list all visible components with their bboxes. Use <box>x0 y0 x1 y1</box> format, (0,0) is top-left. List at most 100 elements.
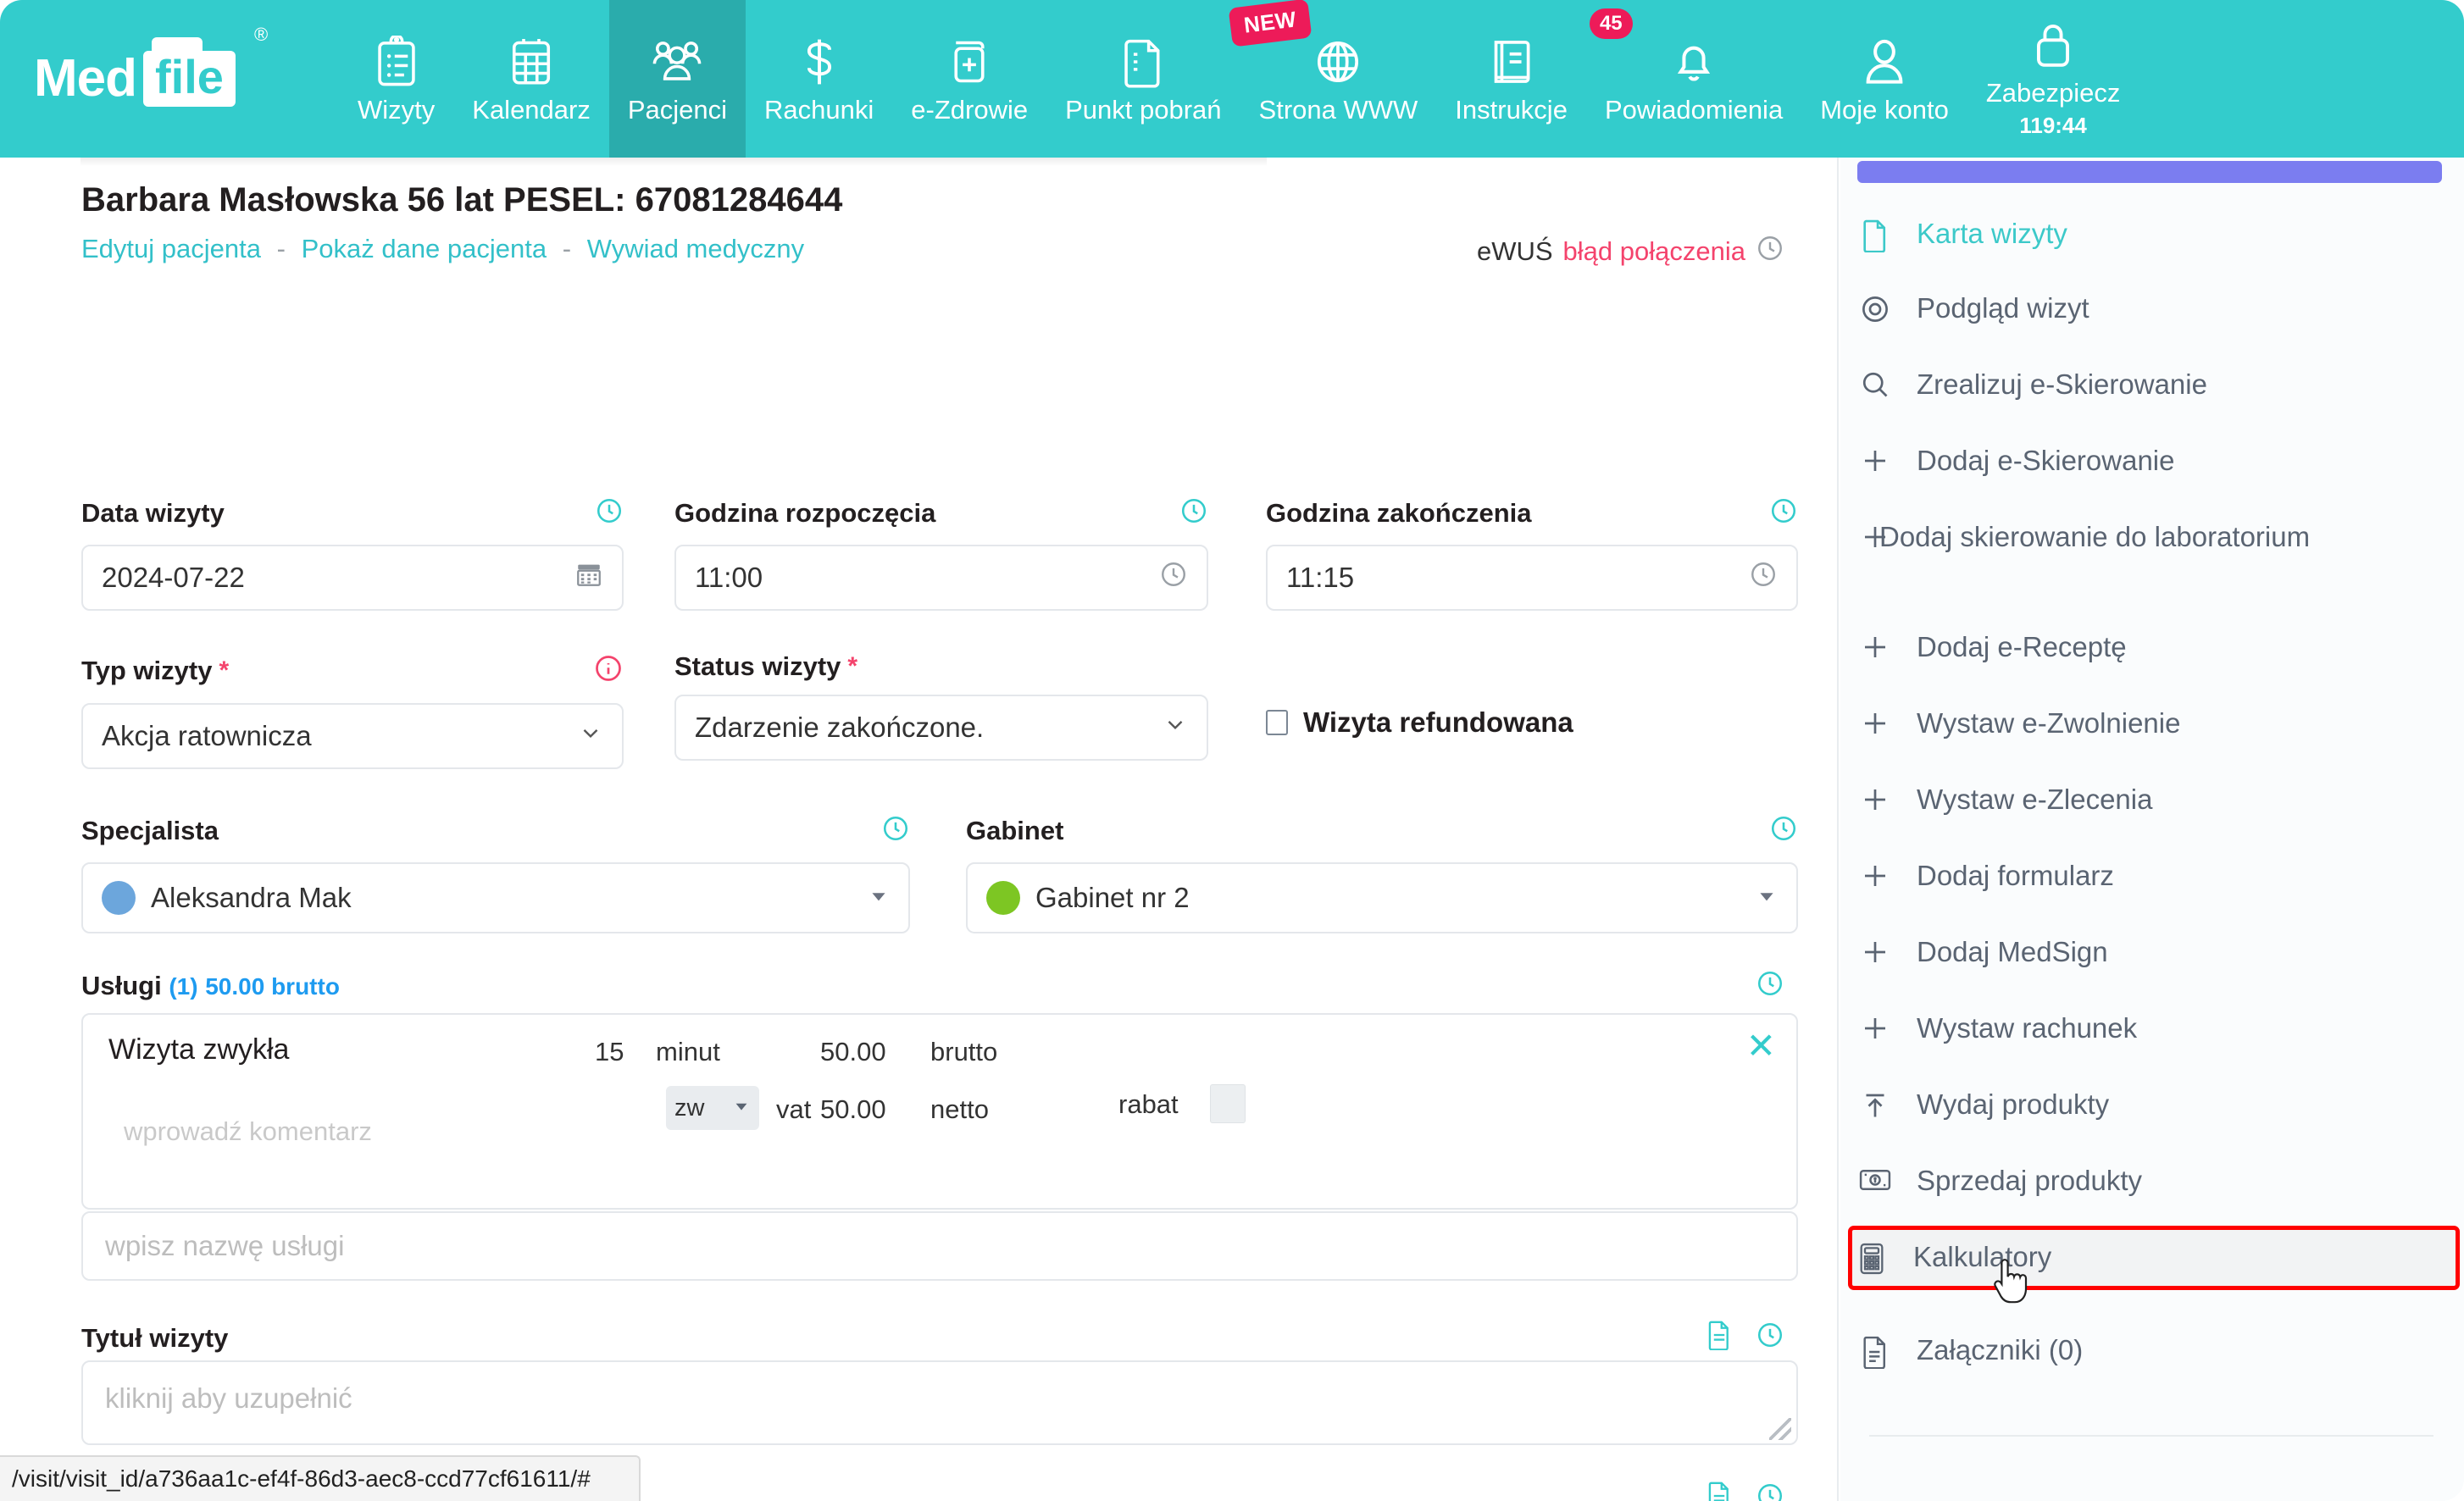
start-time-input[interactable]: 11:00 <box>674 545 1208 611</box>
clock-icon[interactable] <box>1756 1482 1784 1501</box>
required-marker: * <box>847 651 858 680</box>
sidebar-item-wydaj-produkty[interactable]: Wydaj produkty <box>1856 1088 2449 1122</box>
link-separator: - <box>276 234 286 263</box>
clock-icon[interactable] <box>595 496 624 529</box>
sidebar-item-zalaczniki[interactable]: Załączniki (0) <box>1856 1333 2449 1369</box>
sidebar-item-zrealizuj-e-skierowanie[interactable]: Zrealizuj e-Skierowanie <box>1856 368 2449 402</box>
top-navigation-bar: Med file ® Wizyty Kalendarz Pacjenci Rac… <box>0 0 2464 158</box>
clock-picker-icon[interactable] <box>1749 560 1778 595</box>
field-status-wizyty: Status wizyty * Zdarzenie zakończone. <box>674 653 1208 761</box>
service-comment-placeholder[interactable]: wprowadź komentarz <box>124 1116 372 1147</box>
clock-icon[interactable] <box>1179 496 1208 529</box>
end-time-input[interactable]: 11:15 <box>1266 545 1798 611</box>
nav-label: Kalendarz <box>472 94 591 125</box>
service-row: Wizyta zwykła 15 minut 50.00 brutto zw v… <box>81 1013 1798 1210</box>
new-badge: NEW <box>1228 0 1312 47</box>
nav-item-instrukcje[interactable]: Instrukcje <box>1436 0 1586 158</box>
services-header: Usługi (1) 50.00 brutto <box>81 971 340 1001</box>
service-net-amount[interactable]: 50.00 <box>820 1094 886 1125</box>
refunded-visit-checkbox[interactable] <box>1266 710 1288 735</box>
medical-interview-link[interactable]: Wywiad medyczny <box>587 234 804 263</box>
brand-logo-file: file <box>143 36 236 108</box>
sidebar-item-sprzedaj-produkty[interactable]: Sprzedaj produkty <box>1856 1164 2449 1198</box>
visit-title-textarea[interactable]: kliknij aby uzupełnić <box>81 1360 1798 1445</box>
calendar-icon[interactable] <box>574 560 603 595</box>
sidebar-item-karta-wizyty[interactable]: Karta wizyty <box>1856 217 2449 252</box>
nav-item-moje-konto[interactable]: Moje konto <box>1801 0 1967 158</box>
nav-label: Instrukcje <box>1455 94 1568 125</box>
service-duration[interactable]: 15 <box>595 1037 624 1067</box>
sidebar-item-dodaj-formularz[interactable]: Dodaj formularz <box>1856 859 2449 893</box>
clock-icon[interactable] <box>881 814 910 847</box>
nav-item-powiadomienia[interactable]: 45 Powiadomienia <box>1586 0 1801 158</box>
add-service-input[interactable]: wpisz nazwę usługi <box>81 1211 1798 1281</box>
nav-item-strona-www[interactable]: NEW Strona WWW <box>1228 0 1437 158</box>
specialist-select[interactable]: Aleksandra Mak <box>81 862 910 933</box>
plus-icon <box>1856 706 1895 739</box>
sidebar-item-label: Karta wizyty <box>1917 218 2067 249</box>
nav-item-pacjenci[interactable]: Pacjenci <box>608 0 746 158</box>
info-icon[interactable] <box>593 653 624 688</box>
nav-item-rachunki[interactable]: Rachunki <box>746 0 892 158</box>
clock-icon[interactable] <box>1769 814 1798 847</box>
field-label: Godzina rozpoczęcia <box>674 498 936 528</box>
end-time-value: 11:15 <box>1286 562 1355 593</box>
required-marker: * <box>219 656 230 684</box>
clock-icon[interactable] <box>1769 496 1798 529</box>
date-input[interactable]: 2024-07-22 <box>81 545 624 611</box>
remove-service-button[interactable]: ✕ <box>1746 1028 1776 1064</box>
medfile-application-window: Med file ® Wizyty Kalendarz Pacjenci Rac… <box>0 0 2464 1501</box>
service-discount-label: rabat <box>1118 1089 1179 1119</box>
visit-status-select[interactable]: Zdarzenie zakończone. <box>674 695 1208 761</box>
service-vat-label: vat <box>776 1094 812 1124</box>
sidebar-item-label: Wystaw e-Zlecenia <box>1917 784 2153 815</box>
service-gross-amount[interactable]: 50.00 <box>820 1037 886 1067</box>
chevron-down-icon <box>578 720 603 752</box>
sidebar-item-label: Dodaj MedSign <box>1917 936 2108 967</box>
nav-label: Moje konto <box>1820 94 1949 125</box>
caret-down-icon <box>1756 882 1778 914</box>
field-wizyta-refundowana[interactable]: Wizyta refundowana <box>1266 706 1573 739</box>
services-clock-icon[interactable] <box>1756 969 1784 1002</box>
clock-icon[interactable] <box>1756 1321 1784 1354</box>
banknote-icon <box>1856 1164 1895 1194</box>
sidebar-item-kalkulatory[interactable]: Kalkulatory <box>1848 1226 2460 1290</box>
edit-patient-link[interactable]: Edytuj pacjenta <box>81 234 261 263</box>
template-document-icon[interactable] <box>1705 1320 1734 1354</box>
plus-icon <box>1856 859 1895 891</box>
room-select[interactable]: Gabinet nr 2 <box>966 862 1798 933</box>
nav-item-zabezpiecz[interactable]: Zabezpiecz 119:44 <box>1967 0 2139 158</box>
sidebar-item-wystaw-e-zlecenia[interactable]: Wystaw e-Zlecenia <box>1856 783 2449 817</box>
calendar-icon <box>508 36 554 88</box>
nav-item-punkt-pobran[interactable]: Punkt pobrań <box>1046 0 1240 158</box>
sidebar-item-dodaj-medsign[interactable]: Dodaj MedSign <box>1856 935 2449 969</box>
nav-item-e-zdrowie[interactable]: e-Zdrowie <box>892 0 1046 158</box>
services-count: (1) <box>169 973 198 1000</box>
nav-item-kalendarz[interactable]: Kalendarz <box>453 0 609 158</box>
services-total: 50.00 brutto <box>205 973 340 1000</box>
nav-label: e-Zdrowie <box>911 94 1029 125</box>
sidebar-item-dodaj-skierowanie-do-laboratorium[interactable]: Dodaj skierowanie do laboratorium <box>1856 520 2449 554</box>
search-icon <box>1856 368 1895 400</box>
template-document-icon[interactable] <box>1705 1481 1734 1501</box>
sidebar-item-wystaw-e-zwolnienie[interactable]: Wystaw e-Zwolnienie <box>1856 706 2449 740</box>
field-label: Typ wizyty <box>81 656 213 685</box>
specialist-color-dot <box>102 881 136 915</box>
sidebar-item-podglad-wizyt[interactable]: Podgląd wizyt <box>1856 291 2449 325</box>
service-discount-input[interactable] <box>1210 1084 1246 1123</box>
brand-registered-mark: ® <box>254 24 269 45</box>
sidebar-item-wystaw-rachunek[interactable]: Wystaw rachunek <box>1856 1011 2449 1045</box>
discount-box[interactable] <box>1210 1084 1246 1123</box>
plus-icon <box>1856 1011 1895 1044</box>
nav-item-wizyty[interactable]: Wizyty <box>339 0 453 158</box>
show-patient-data-link[interactable]: Pokaż dane pacjenta <box>302 234 547 263</box>
service-vat-select[interactable]: zw <box>666 1086 759 1130</box>
sidebar-item-dodaj-e-recepte[interactable]: Dodaj e-Receptę <box>1856 630 2449 664</box>
clock-picker-icon[interactable] <box>1159 560 1188 595</box>
sidebar-item-dodaj-e-skierowanie[interactable]: Dodaj e-Skierowanie <box>1856 444 2449 478</box>
nav-label: Powiadomienia <box>1604 94 1784 125</box>
brand-logo[interactable]: Med file ® <box>0 0 339 158</box>
resize-grip[interactable] <box>1769 1418 1791 1440</box>
visit-type-select[interactable]: Akcja ratownicza <box>81 703 624 769</box>
history-clock-icon[interactable] <box>1756 234 1784 269</box>
